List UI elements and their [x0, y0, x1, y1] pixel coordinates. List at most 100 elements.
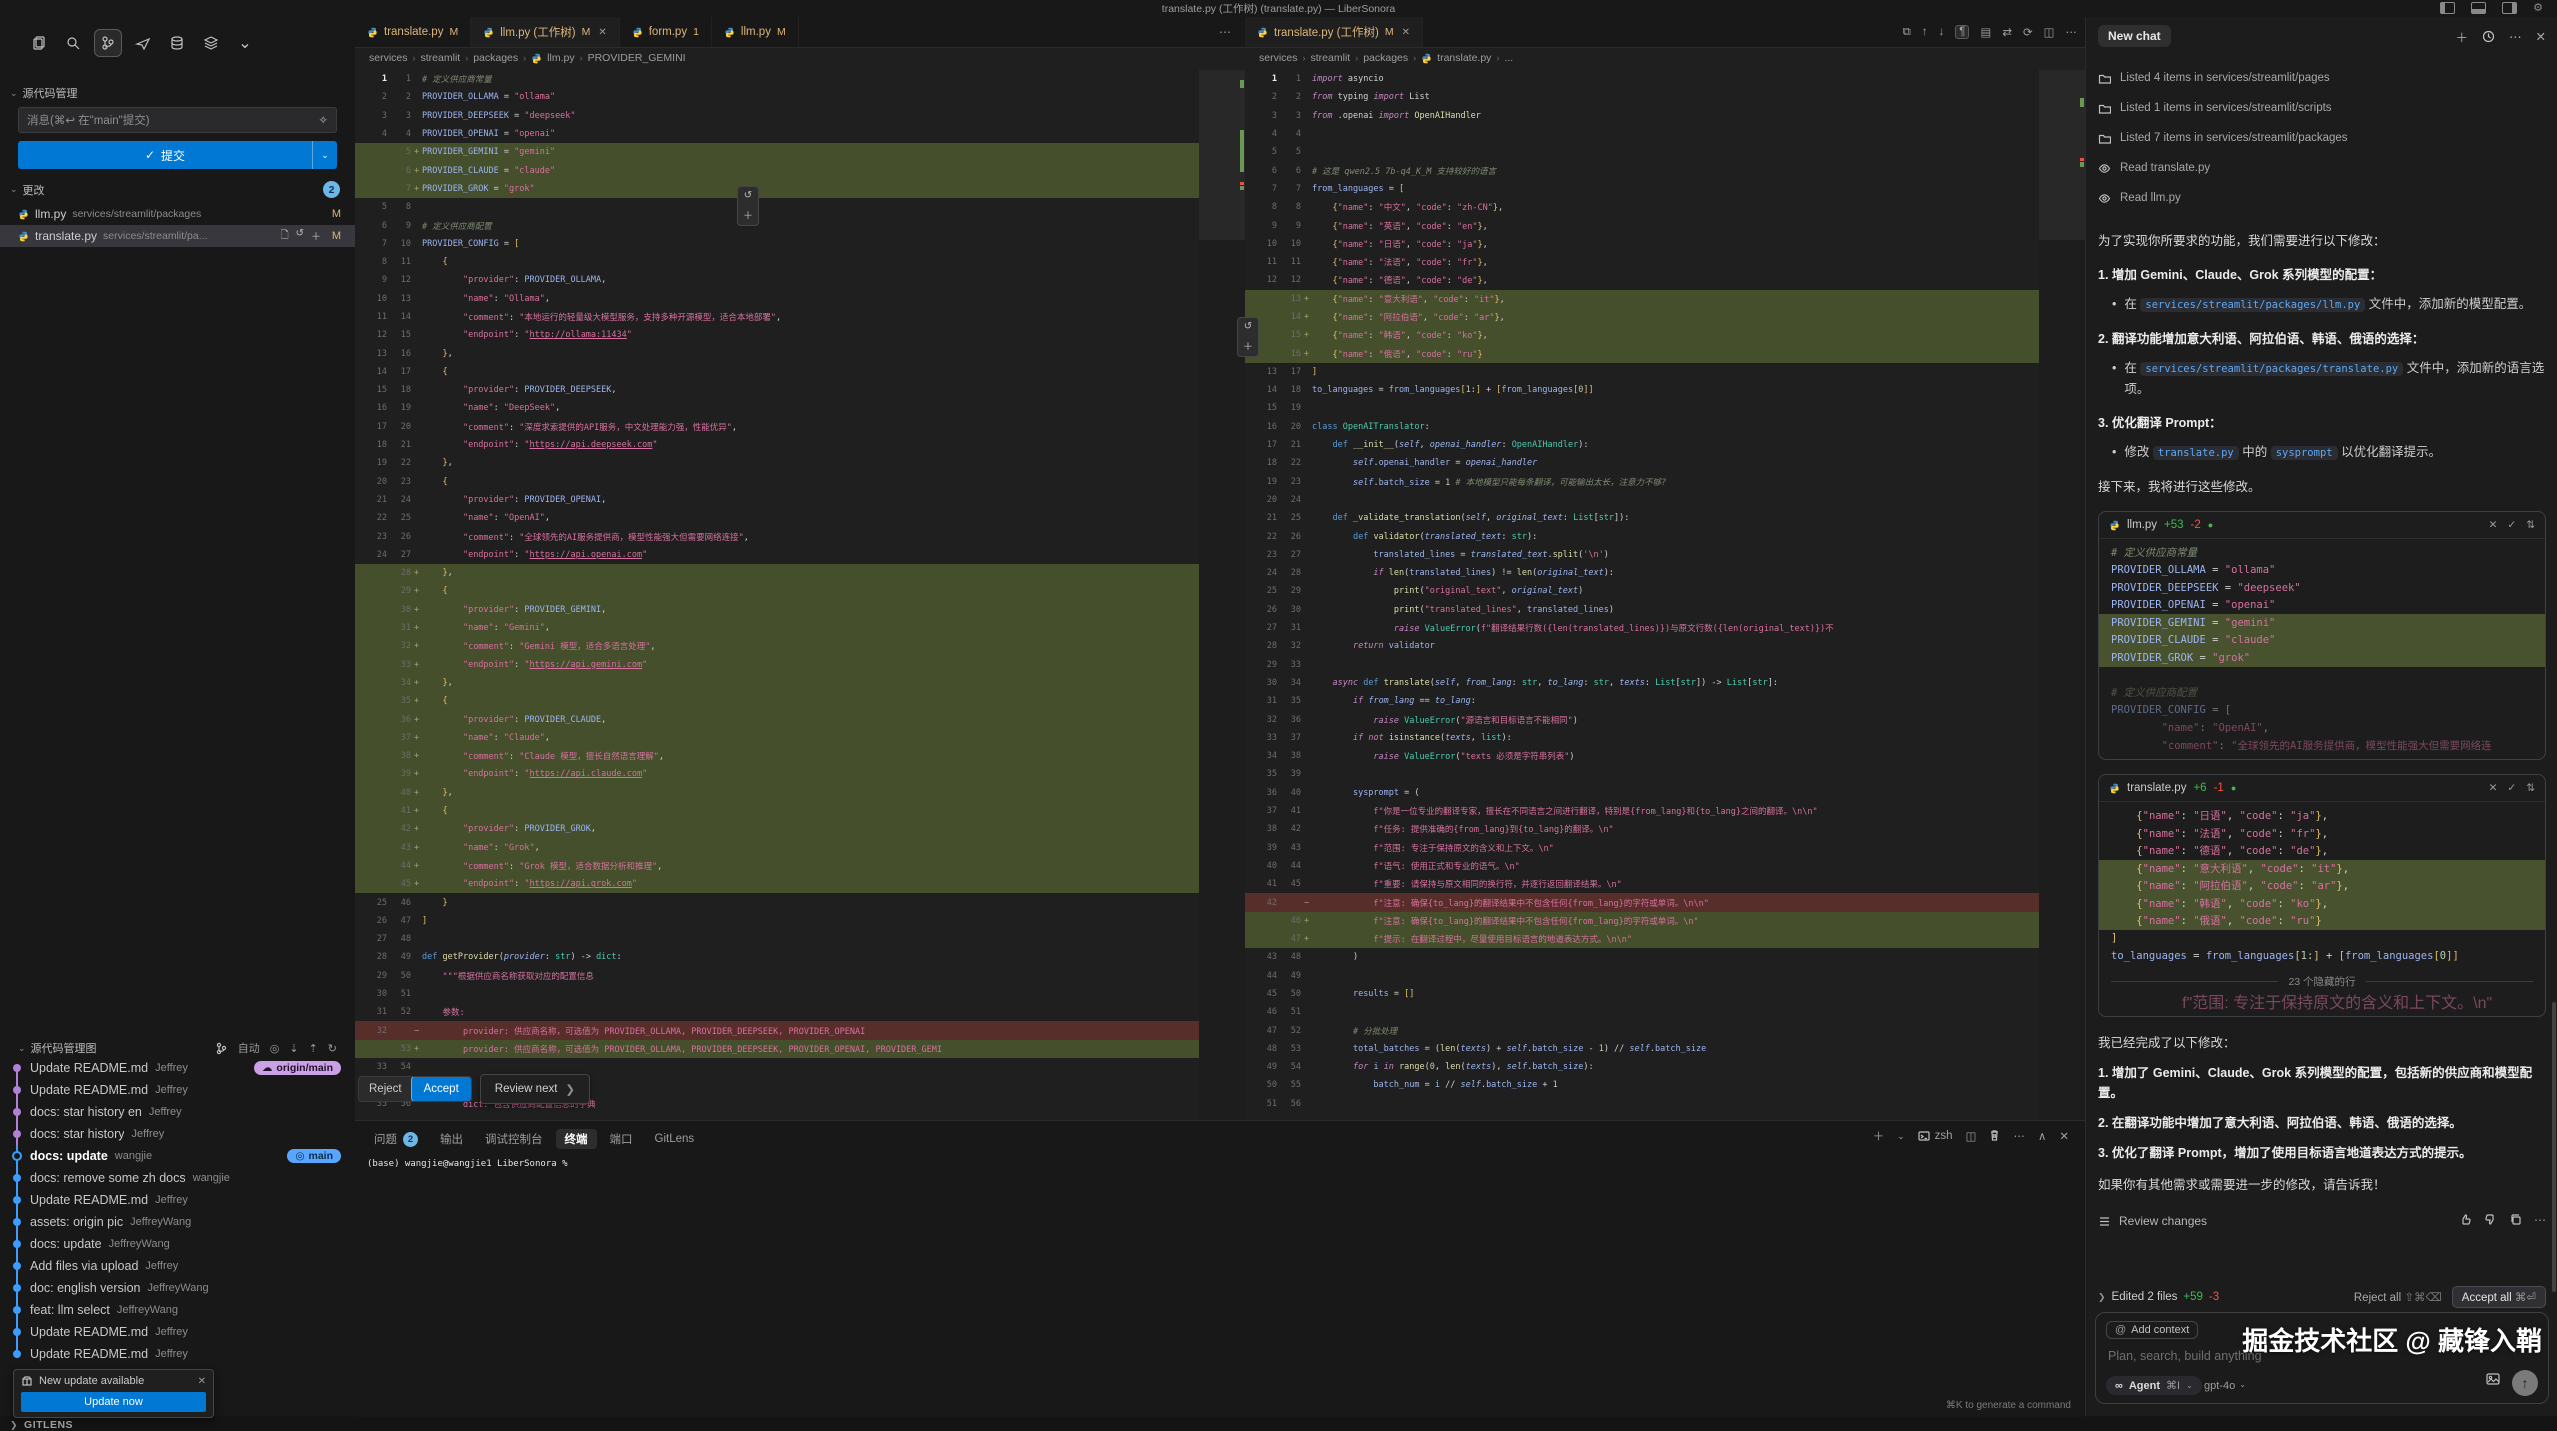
database-icon[interactable]	[164, 30, 190, 56]
diff-editor-translate[interactable]: 11import asyncio22from typing import Lis…	[1245, 70, 2085, 1120]
code-row[interactable]: 77from_languages = [	[1245, 180, 2085, 198]
code-row[interactable]: 1822 self.openai_handler = openai_handle…	[1245, 454, 2085, 472]
reject-all-button[interactable]: Reject all ⇧⌘⌫	[2354, 1290, 2442, 1304]
graph-auto-label[interactable]: 自动	[238, 1040, 260, 1056]
tool-call-row[interactable]: Read llm.py	[2098, 183, 2546, 213]
code-row[interactable]: 4954 for i in range(0, len(texts), self.…	[1245, 1058, 2085, 1076]
scm-section-header[interactable]: ⌄ 源代码管理	[10, 85, 78, 101]
code-row[interactable]: 32− provider: 供应商名称，可选值为 PROVIDER_OLLAMA…	[355, 1021, 1245, 1039]
code-row[interactable]: 2024	[1245, 491, 2085, 509]
cursor-tab-icon[interactable]	[130, 30, 156, 56]
panel-tab-输出[interactable]: 输出	[431, 1129, 472, 1149]
code-row[interactable]: 47+ f"提示: 在翻译过程中，尽量使用目标语言的地道表达方式。\n\n"	[1245, 930, 2085, 948]
settings-gear-icon[interactable]: ⚙	[2533, 1, 2543, 14]
prev-change-icon[interactable]: ↑	[1922, 26, 1928, 38]
tab-llm.py[interactable]: llm.pyM	[712, 17, 799, 47]
code-row[interactable]: 3051	[355, 985, 1245, 1003]
close-tab-icon[interactable]: ✕	[598, 27, 606, 38]
close-panel-icon[interactable]: ✕	[2059, 1129, 2069, 1143]
commit-item[interactable]: Update README.mdJeffrey	[0, 1079, 355, 1101]
breadcrumb-item[interactable]: ...	[1504, 52, 1513, 64]
expand-icon[interactable]: ⇅	[2526, 519, 2535, 531]
code-row[interactable]: 3640 sysprompt = (	[1245, 784, 2085, 802]
breadcrumb-item[interactable]: translate.py	[1437, 52, 1491, 64]
code-row[interactable]: 31+ "name": "Gemini",	[355, 619, 1245, 637]
revert-block-icon[interactable]: ↺	[744, 190, 752, 201]
code-row[interactable]: 1111 {"name": "法语", "code": "fr"},	[1245, 253, 2085, 271]
code-row[interactable]: 2832 return validator	[1245, 637, 2085, 655]
code-row[interactable]: 1212 {"name": "德语", "code": "de"},	[1245, 271, 2085, 289]
code-row[interactable]: 1013 "name": "Ollama",	[355, 290, 1245, 308]
code-row[interactable]: 38+ "comment": "Claude 模型，擅长自然语言理解",	[355, 747, 1245, 765]
inline-code[interactable]: sysprompt	[2271, 446, 2338, 460]
code-row[interactable]: 1519	[1245, 399, 2085, 417]
stage-icon[interactable]: ＋	[311, 228, 321, 245]
code-row[interactable]: 42− f"注意: 确保{to_lang}的翻译结果中不包含任何{from_la…	[1245, 893, 2085, 911]
code-row[interactable]: 39+ "endpoint": "https://api.claude.com"	[355, 765, 1245, 783]
toggle-left-sidebar-icon[interactable]	[2440, 2, 2455, 14]
gitlens-section-header[interactable]: ❯ GITLENS	[10, 1419, 73, 1431]
code-row[interactable]: 3539	[1245, 765, 2085, 783]
breadcrumb-item[interactable]: services	[369, 52, 408, 64]
code-row[interactable]: 1417 {	[355, 363, 1245, 381]
code-row[interactable]: 2124 "provider": PROVIDER_OPENAI,	[355, 491, 1245, 509]
tab-translate.py-[interactable]: translate.py (工作树)M✕	[1245, 17, 1423, 47]
map-icon[interactable]: ▤	[1980, 25, 1991, 39]
code-row[interactable]: 66# 这是 qwen2.5 7b-q4_K_M 支持较好的语言	[1245, 161, 2085, 179]
code-row[interactable]: 2731 raise ValueError(f"翻译结果行数({len(tran…	[1245, 619, 2085, 637]
tab-form.py[interactable]: form.py1	[620, 17, 712, 47]
code-row[interactable]: 1518 "provider": PROVIDER_DEEPSEEK,	[355, 381, 1245, 399]
changed-file-llm.py[interactable]: llm.pyservices/streamlit/packagesM	[0, 203, 355, 225]
code-row[interactable]: 3034 async def translate(self, from_lang…	[1245, 674, 2085, 692]
tab-llm.py-[interactable]: llm.py (工作树)M✕	[471, 17, 620, 47]
code-row[interactable]: 1922 },	[355, 454, 1245, 472]
more-actions-icon[interactable]: ⋯	[2066, 25, 2078, 39]
commit-dropdown-icon[interactable]: ⌄	[312, 141, 337, 169]
commit-item[interactable]: assets: origin picJeffreyWang	[0, 1211, 355, 1233]
code-row[interactable]: 32+ "comment": "Gemini 模型，适合多语言处理",	[355, 637, 1245, 655]
code-row[interactable]: 22from typing import List	[1245, 88, 2085, 106]
minimap-llm[interactable]	[1199, 70, 1245, 1120]
code-row[interactable]: 58	[355, 198, 1245, 216]
code-row[interactable]: 1720 "comment": "深度求索提供的API服务，中文处理能力强，性能…	[355, 418, 1245, 436]
breadcrumb-item[interactable]: packages	[473, 52, 518, 64]
kill-terminal-icon[interactable]	[1989, 1129, 2000, 1144]
code-row[interactable]: 1114 "comment": "本地运行的轻量级大模型服务，支持多种开源模型，…	[355, 308, 1245, 326]
code-row[interactable]: 2226 def validator(translated_text: str)…	[1245, 527, 2085, 545]
code-row[interactable]: 13+ {"name": "意大利语", "code": "it"},	[1245, 290, 2085, 308]
code-row[interactable]: 2326 "comment": "全球领先的AI服务提供商，模型性能强大但需要网…	[355, 527, 1245, 545]
code-row[interactable]: 1215 "endpoint": "http://ollama:11434"	[355, 326, 1245, 344]
swap-diff-icon[interactable]: ⇄	[2002, 25, 2012, 39]
code-row[interactable]: 88 {"name": "中文", "code": "zh-CN"},	[1245, 198, 2085, 216]
code-row[interactable]: 33+ "endpoint": "https://api.gemini.com"	[355, 656, 1245, 674]
refresh-icon[interactable]: ↻	[328, 1042, 337, 1055]
open-changes-icon[interactable]: ⧉	[1903, 26, 1911, 39]
breadcrumb-item[interactable]: streamlit	[421, 52, 461, 64]
reject-button[interactable]: Reject	[359, 1083, 412, 1095]
inline-code[interactable]: translate.py	[2153, 446, 2239, 460]
code-row[interactable]: 45+ "endpoint": "https://api.grok.com"	[355, 875, 1245, 893]
chevron-down-icon[interactable]: ⌄	[232, 30, 258, 56]
commit-item[interactable]: docs: updatewangjie◎main	[0, 1145, 355, 1167]
code-row[interactable]: 29+ {	[355, 582, 1245, 600]
diff-editor-llm[interactable]: 11# 定义供应商常量22PROVIDER_OLLAMA = "ollama"3…	[355, 70, 1245, 1120]
code-row[interactable]: 1418to_languages = from_languages[1:] + …	[1245, 381, 2085, 399]
code-row[interactable]: 37+ "name": "Claude",	[355, 729, 1245, 747]
breadcrumb-item[interactable]: llm.py	[547, 52, 574, 64]
send-button[interactable]: ↑	[2512, 1370, 2538, 1396]
code-row[interactable]: 2748	[355, 930, 1245, 948]
code-row[interactable]: 3438 raise ValueError("texts 必须是字符串列表")	[1245, 747, 2085, 765]
code-row[interactable]: 7+PROVIDER_GROK = "grok"	[355, 180, 1245, 198]
code-row[interactable]: 33PROVIDER_DEEPSEEK = "deepseek"	[355, 107, 1245, 125]
code-row[interactable]: 3135 if from_lang == to_lang:	[1245, 692, 2085, 710]
toggle-right-sidebar-icon[interactable]	[2502, 2, 2517, 14]
branch-badge-origin/main[interactable]: ☁origin/main	[254, 1061, 341, 1075]
code-row[interactable]: 1317]	[1245, 363, 2085, 381]
scm-graph-header[interactable]: ⌄ 源代码管理图 自动 ◎ ⇣ ⇡ ↻	[18, 1040, 337, 1056]
breadcrumb-llm[interactable]: services›streamlit›packages›llm.py›PROVI…	[355, 48, 1245, 68]
review-next-button[interactable]: Review next❯	[480, 1074, 590, 1104]
code-row[interactable]: 40+ },	[355, 784, 1245, 802]
expand-chevron-icon[interactable]: ❯	[2098, 1292, 2106, 1303]
update-now-button[interactable]: Update now	[21, 1392, 206, 1412]
commit-item[interactable]: Update README.mdJeffrey	[0, 1321, 355, 1343]
